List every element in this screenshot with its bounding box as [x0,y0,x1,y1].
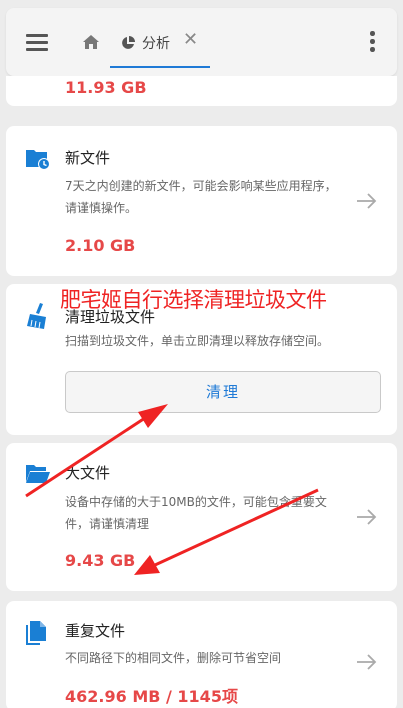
more-options-icon[interactable] [370,31,376,53]
broom-icon [27,303,46,329]
annotation-text: 肥宅姬自行选择清理垃圾文件 [60,288,327,312]
previous-size: 11.93 GB [65,78,147,97]
copy-files-icon [26,621,46,645]
card-description: 扫描到垃圾文件，单击立即清理以释放存储空间。 [65,334,330,348]
previous-card: 11.93 GB [6,76,397,106]
card-size: 462.96 MB / 1145项 [65,687,238,706]
arrow-right-icon[interactable] [356,652,378,672]
duplicate-files-card[interactable]: 重复文件 不同路径下的相同文件，删除可节省空间 462.96 MB / 1145… [6,601,397,708]
new-files-card[interactable]: 新文件 7天之内创建的新文件，可能会影响某些应用程序，请谨慎操作。 2.10 G… [6,126,397,276]
folder-clock-icon [26,150,50,170]
clean-button[interactable]: 清理 [65,371,381,413]
arrow-right-icon[interactable] [356,191,378,211]
top-app-bar: 分析 ✕ [6,8,397,76]
card-title: 重复文件 [65,622,126,640]
card-description: 不同路径下的相同文件，删除可节省空间 [65,651,282,665]
large-files-card[interactable]: 大文件 设备中存储的大于10MB的文件，可能包含重要文件，请谨慎清理 9.43 … [6,443,397,591]
card-description: 7天之内创建的新文件，可能会影响某些应用程序，请谨慎操作。 [65,179,337,215]
card-description: 设备中存储的大于10MB的文件，可能包含重要文件，请谨慎清理 [65,495,327,531]
tab-close-icon[interactable]: ✕ [183,29,198,50]
card-title: 新文件 [65,149,111,167]
tab-label: 分析 [142,36,170,52]
hamburger-menu-icon[interactable] [26,34,48,51]
arrow-right-icon[interactable] [356,507,378,527]
card-size: 9.43 GB [65,551,136,570]
pie-chart-icon [122,36,135,49]
tab-analysis[interactable]: 分析 ✕ [110,20,210,68]
card-title: 大文件 [65,464,111,482]
open-folder-icon [26,465,50,483]
home-icon[interactable] [82,34,100,50]
card-size: 2.10 GB [65,236,136,255]
